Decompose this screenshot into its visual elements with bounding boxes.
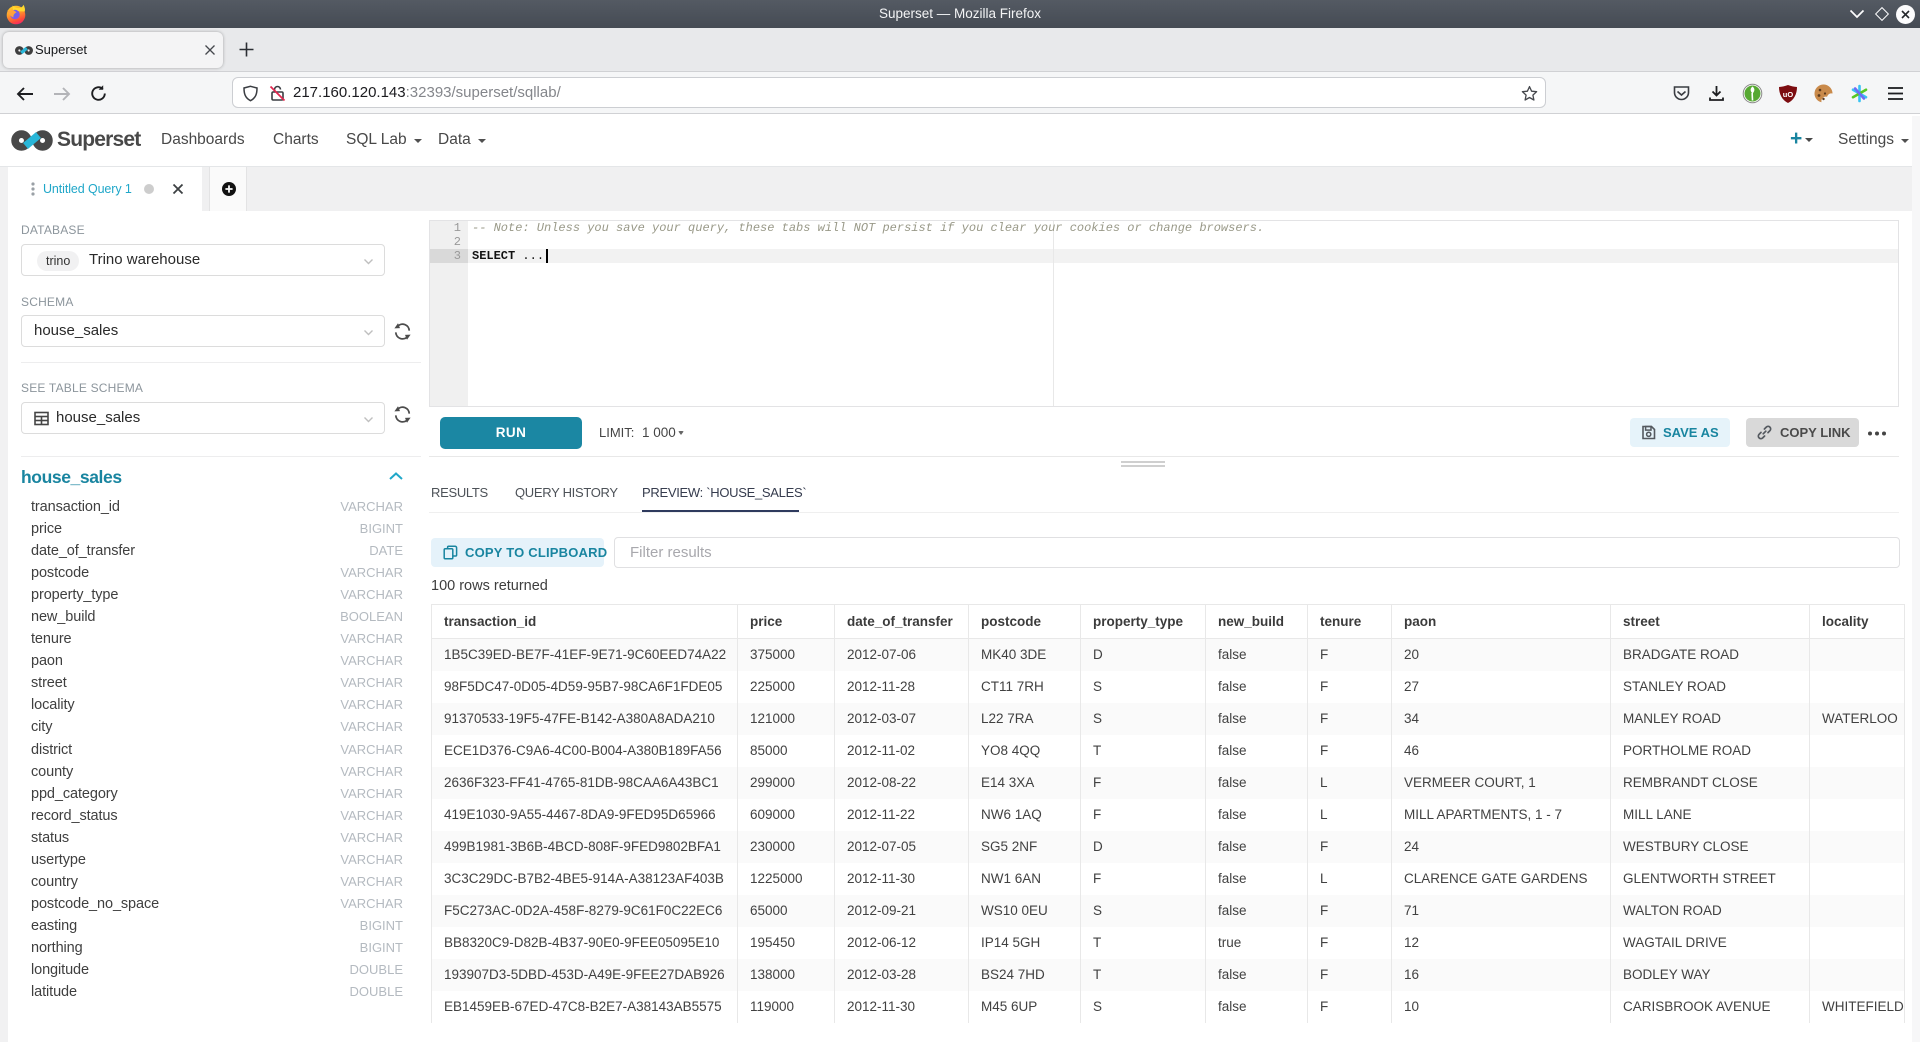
svg-text:uO: uO: [1783, 90, 1794, 99]
